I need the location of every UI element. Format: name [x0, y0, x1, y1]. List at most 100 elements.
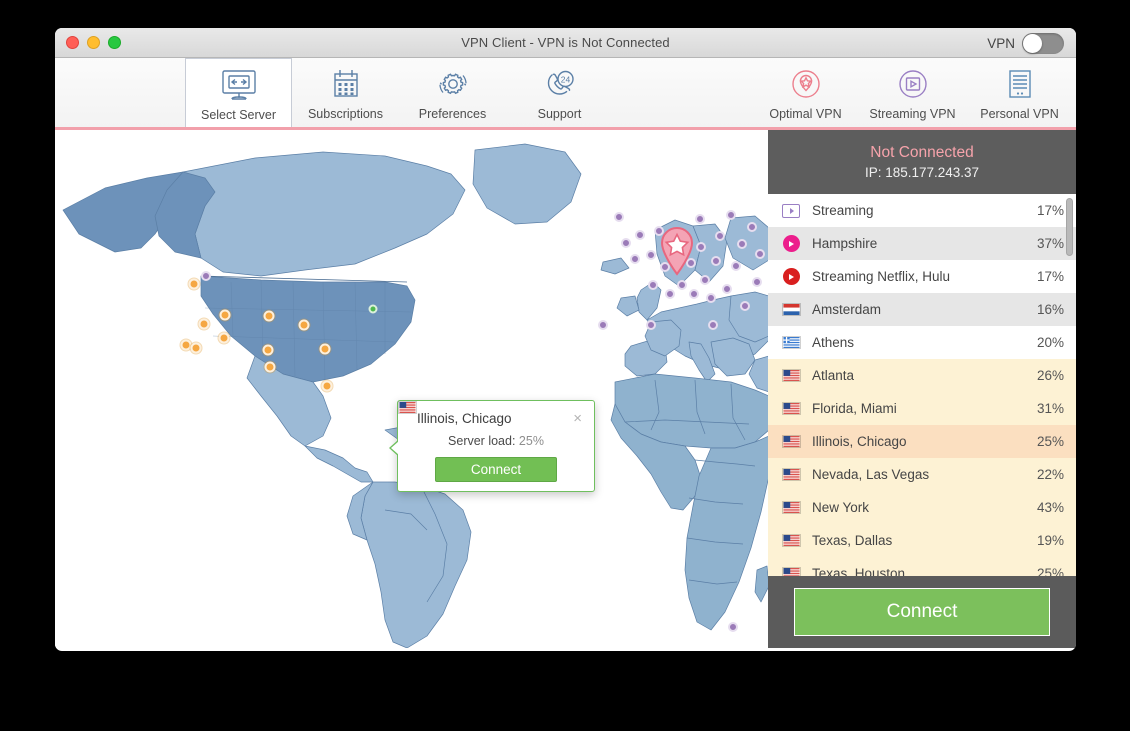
map-marker-purple[interactable] [752, 277, 762, 287]
map-marker-purple[interactable] [665, 289, 675, 299]
server-list-item[interactable]: Atlanta26% [768, 359, 1076, 392]
map-marker-purple[interactable] [646, 320, 656, 330]
toolbar-item-select-server[interactable]: Select Server [185, 58, 292, 127]
connect-button-area: Connect [768, 576, 1076, 648]
map-marker-orange[interactable] [322, 381, 333, 392]
toolbar-item-support[interactable]: 24 Support [506, 58, 613, 127]
map-marker-orange[interactable] [265, 362, 276, 373]
map-marker-purple[interactable] [689, 289, 699, 299]
map-marker-orange[interactable] [199, 319, 210, 330]
server-load: 20% [1037, 335, 1064, 350]
map-marker-purple[interactable] [747, 222, 757, 232]
map-marker-orange[interactable] [299, 320, 310, 331]
map-marker-purple[interactable] [677, 280, 687, 290]
map-marker-purple[interactable] [630, 254, 640, 264]
flag-us-icon [781, 534, 801, 547]
server-load: 31% [1037, 401, 1064, 416]
vpn-toggle-knob [1023, 34, 1042, 53]
map-selected-pin-icon[interactable] [657, 226, 697, 278]
server-list-item[interactable]: Streaming17% [768, 194, 1076, 227]
map-marker-orange[interactable] [220, 310, 231, 321]
server-list-item[interactable]: Texas, Dallas19% [768, 524, 1076, 557]
flag-us-icon [781, 402, 801, 415]
map-marker-purple[interactable] [201, 271, 211, 281]
map-marker-purple[interactable] [708, 320, 718, 330]
map-marker-purple[interactable] [700, 275, 710, 285]
server-list-item[interactable]: Nevada, Las Vegas22% [768, 458, 1076, 491]
toolbar-item-preferences[interactable]: Preferences [399, 58, 506, 127]
map-marker-selected-green[interactable] [369, 305, 378, 314]
server-list-item[interactable]: Hampshire37% [768, 227, 1076, 260]
toolbar-item-personal-vpn[interactable]: Personal VPN [966, 58, 1073, 127]
map-marker-purple[interactable] [695, 214, 705, 224]
map-marker-purple[interactable] [696, 242, 706, 252]
world-map[interactable]: Illinois, Chicago × Server load: 25% Con… [55, 130, 768, 648]
server-list-item[interactable]: Florida, Miami31% [768, 392, 1076, 425]
map-marker-purple[interactable] [755, 249, 765, 259]
flag-us-icon [781, 501, 801, 514]
server-list-item[interactable]: Illinois, Chicago25% [768, 425, 1076, 458]
server-name: Streaming Netflix, Hulu [812, 269, 1037, 284]
server-load: 22% [1037, 467, 1064, 482]
flag-us-icon [781, 369, 801, 382]
server-load: 43% [1037, 500, 1064, 515]
close-icon[interactable]: × [573, 411, 582, 426]
connection-status-panel: Not Connected IP: 185.177.243.37 [768, 130, 1076, 194]
popup-server-load-value: 25% [519, 434, 544, 448]
server-icon [1000, 65, 1040, 105]
server-load: 16% [1037, 302, 1064, 317]
map-marker-orange[interactable] [264, 311, 275, 322]
server-name: Amsterdam [812, 302, 1037, 317]
server-list-item[interactable]: Athens20% [768, 326, 1076, 359]
map-marker-purple[interactable] [726, 210, 736, 220]
vpn-toggle-switch[interactable] [1022, 33, 1064, 54]
map-marker-orange[interactable] [320, 344, 331, 355]
connect-button[interactable]: Connect [794, 588, 1050, 636]
map-marker-purple[interactable] [740, 301, 750, 311]
flag-gr-icon [781, 336, 801, 349]
map-marker-purple[interactable] [731, 261, 741, 271]
map-marker-orange[interactable] [191, 343, 202, 354]
toolbar-item-subscriptions[interactable]: Subscriptions [292, 58, 399, 127]
map-marker-purple[interactable] [635, 230, 645, 240]
connection-status-title: Not Connected [870, 144, 973, 162]
server-list[interactable]: Streaming17%Hampshire37%Streaming Netfli… [768, 194, 1076, 576]
popup-title: Illinois, Chicago [417, 411, 512, 426]
calendar-icon [326, 65, 366, 105]
server-load: 26% [1037, 368, 1064, 383]
toolbar-item-optimal-vpn[interactable]: Optimal VPN [752, 58, 859, 127]
map-marker-purple[interactable] [598, 320, 608, 330]
server-name: New York [812, 500, 1037, 515]
popup-header: Illinois, Chicago × [410, 411, 582, 426]
map-marker-purple[interactable] [728, 622, 738, 632]
connection-status-ip: IP: 185.177.243.37 [865, 165, 979, 180]
server-list-item[interactable]: Texas, Houston25% [768, 557, 1076, 576]
server-load: 25% [1037, 434, 1064, 449]
map-marker-orange[interactable] [189, 279, 200, 290]
map-marker-purple[interactable] [711, 256, 721, 266]
map-marker-purple[interactable] [648, 280, 658, 290]
map-marker-purple[interactable] [715, 231, 725, 241]
map-marker-orange[interactable] [263, 345, 274, 356]
popup-connect-button[interactable]: Connect [435, 457, 557, 482]
map-marker-purple[interactable] [646, 250, 656, 260]
map-marker-purple[interactable] [722, 284, 732, 294]
server-list-item[interactable]: New York43% [768, 491, 1076, 524]
server-name: Athens [812, 335, 1037, 350]
toolbar-item-streaming-vpn[interactable]: Streaming VPN [859, 58, 966, 127]
server-list-item[interactable]: Amsterdam16% [768, 293, 1076, 326]
main-toolbar: Select Server [55, 58, 1076, 130]
desktop-background: VPN Client - VPN is Not Connected VPN [0, 0, 1130, 731]
map-marker-purple[interactable] [737, 239, 747, 249]
toolbar-left-group: Select Server [185, 58, 613, 127]
popup-server-load: Server load: 25% [410, 434, 582, 448]
map-marker-purple[interactable] [614, 212, 624, 222]
server-list-scrollbar[interactable] [1066, 198, 1073, 256]
flag-nl-icon [781, 303, 801, 316]
vpn-toggle-label: VPN [987, 36, 1015, 51]
map-marker-orange[interactable] [219, 333, 230, 344]
server-list-item[interactable]: Streaming Netflix, Hulu17% [768, 260, 1076, 293]
map-marker-purple[interactable] [706, 293, 716, 303]
map-marker-purple[interactable] [621, 238, 631, 248]
star-pin-icon [786, 65, 826, 105]
